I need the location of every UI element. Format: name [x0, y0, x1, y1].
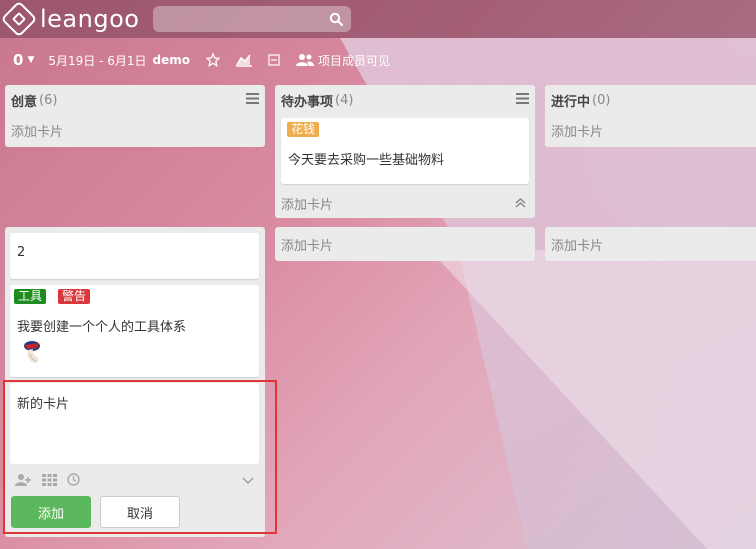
card-text: 我要创建一个个人的工具体系 [17, 320, 187, 335]
board-name[interactable]: demo [153, 53, 190, 67]
card-label: 警告 [58, 289, 91, 304]
double-chevron-up-icon[interactable] [515, 197, 526, 212]
visibility-label[interactable]: 项目成员可见 [318, 52, 390, 69]
chart-icon[interactable] [235, 53, 252, 67]
avatar [20, 339, 44, 369]
board-header: 0 ▼ 5月19日 - 6月1日 demo 项目成员可见 [0, 38, 756, 82]
list-in-progress: 进行中 (0) 添加卡片 [545, 85, 756, 147]
list-todo: 待办事项 (4) 花钱 今天要去采购一些基础物料 添加卡片 [275, 85, 535, 218]
search-icon[interactable] [329, 12, 344, 26]
logo-icon [0, 0, 38, 38]
card-label: 工具 [14, 289, 47, 304]
top-bar: leangoo [0, 0, 756, 38]
list-in-progress-lane: 添加卡片 [545, 227, 756, 261]
add-card-link[interactable]: 添加卡片 [275, 188, 535, 218]
card-label: 花钱 [287, 122, 320, 137]
menu-icon[interactable] [246, 92, 259, 108]
logo-text: leangoo [40, 5, 140, 33]
members-icon[interactable] [295, 53, 314, 67]
list-count: (4) [335, 92, 354, 108]
search-input[interactable] [153, 6, 352, 32]
list-todo-lane: 添加卡片 [275, 227, 535, 261]
collapse-icon[interactable] [268, 54, 280, 66]
add-card-link[interactable]: 添加卡片 [275, 227, 535, 261]
menu-icon[interactable] [516, 92, 529, 108]
list-title[interactable]: 创意 [11, 91, 37, 110]
logo[interactable]: leangoo [0, 0, 140, 38]
list-count: (6) [39, 92, 58, 108]
add-card-link[interactable]: 添加卡片 [545, 115, 756, 145]
card[interactable]: 2 [10, 233, 259, 279]
caret-down-icon[interactable]: ▼ [27, 55, 34, 65]
add-card-link[interactable]: 添加卡片 [5, 115, 265, 145]
list-title[interactable]: 待办事项 [281, 91, 333, 110]
board-dates[interactable]: 5月19日 - 6月1日 [48, 52, 146, 69]
card[interactable]: 工具 警告 我要创建一个个人的工具体系 [10, 285, 259, 377]
card-text: 今天要去采购一些基础物料 [288, 153, 445, 168]
card-text: 2 [17, 245, 26, 260]
list-ideas: 创意 (6) 添加卡片 [5, 85, 265, 147]
list-count: (0) [592, 92, 611, 108]
add-card-link[interactable]: 添加卡片 [545, 227, 756, 261]
highlight-box [3, 380, 277, 534]
list-title[interactable]: 进行中 [551, 91, 590, 110]
star-icon[interactable] [205, 53, 220, 67]
card[interactable]: 花钱 今天要去采购一些基础物料 [281, 118, 529, 184]
board-counter[interactable]: 0 [13, 51, 23, 69]
